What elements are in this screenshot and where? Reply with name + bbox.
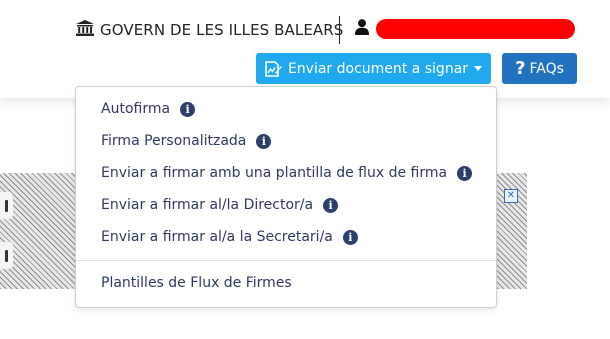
menu-item-label: Enviar a firmar al/a la Secretari/a [101, 229, 333, 245]
government-brand[interactable]: GOVERN DE LES ILLES BALEARS [76, 20, 343, 40]
side-button-icon [5, 199, 8, 212]
faq-button-label: FAQs [529, 60, 564, 77]
redacted-user-name [376, 19, 575, 39]
side-action-button[interactable] [0, 192, 13, 219]
top-header: GOVERN DE LES ILLES BALEARS Enviar docum… [0, 0, 610, 98]
menu-item-label: Enviar a firmar amb una plantilla de flu… [101, 165, 448, 181]
menu-item-label: Enviar a firmar al/la Director/a [101, 197, 314, 213]
send-document-to-sign-button[interactable]: Enviar document a signar [256, 53, 491, 84]
organization-name: GOVERN DE LES ILLES BALEARS [100, 21, 344, 39]
menu-divider [76, 260, 496, 261]
menu-item-autofirma[interactable]: Autofirma i [101, 101, 196, 117]
info-icon[interactable]: i [342, 229, 358, 245]
menu-item-custom-signature[interactable]: Firma Personalitzada i [101, 133, 272, 149]
user-icon [355, 19, 369, 39]
menu-item-label: Plantilles de Flux de Firmes [101, 275, 292, 291]
question-icon: ? [515, 57, 526, 79]
side-button-icon [5, 249, 8, 262]
menu-item-label: Autofirma [101, 101, 171, 117]
menu-item-sign-with-template[interactable]: Enviar a firmar amb una plantilla de flu… [101, 165, 473, 181]
menu-item-flow-templates[interactable]: Plantilles de Flux de Firmes [101, 275, 292, 291]
info-icon[interactable]: i [457, 165, 473, 181]
document-sign-icon [265, 60, 282, 77]
menu-item-label: Firma Personalitzada [101, 133, 247, 149]
send-button-label: Enviar document a signar [287, 60, 469, 77]
info-icon[interactable]: i [256, 133, 272, 149]
info-icon[interactable]: i [323, 197, 339, 213]
send-document-dropdown-menu: Autofirma i Firma Personalitzada i Envia… [75, 86, 497, 308]
menu-item-sign-secretary[interactable]: Enviar a firmar al/a la Secretari/a i [101, 229, 358, 245]
header-divider [339, 16, 340, 44]
faq-button[interactable]: ? FAQs [502, 53, 577, 84]
building-icon [76, 20, 94, 40]
caret-down-icon [474, 66, 483, 71]
close-icon[interactable]: ✕ [504, 189, 518, 203]
info-icon[interactable]: i [180, 101, 196, 117]
user-menu[interactable] [355, 19, 575, 39]
menu-item-sign-director[interactable]: Enviar a firmar al/la Director/a i [101, 197, 339, 213]
side-action-button[interactable] [0, 242, 13, 269]
